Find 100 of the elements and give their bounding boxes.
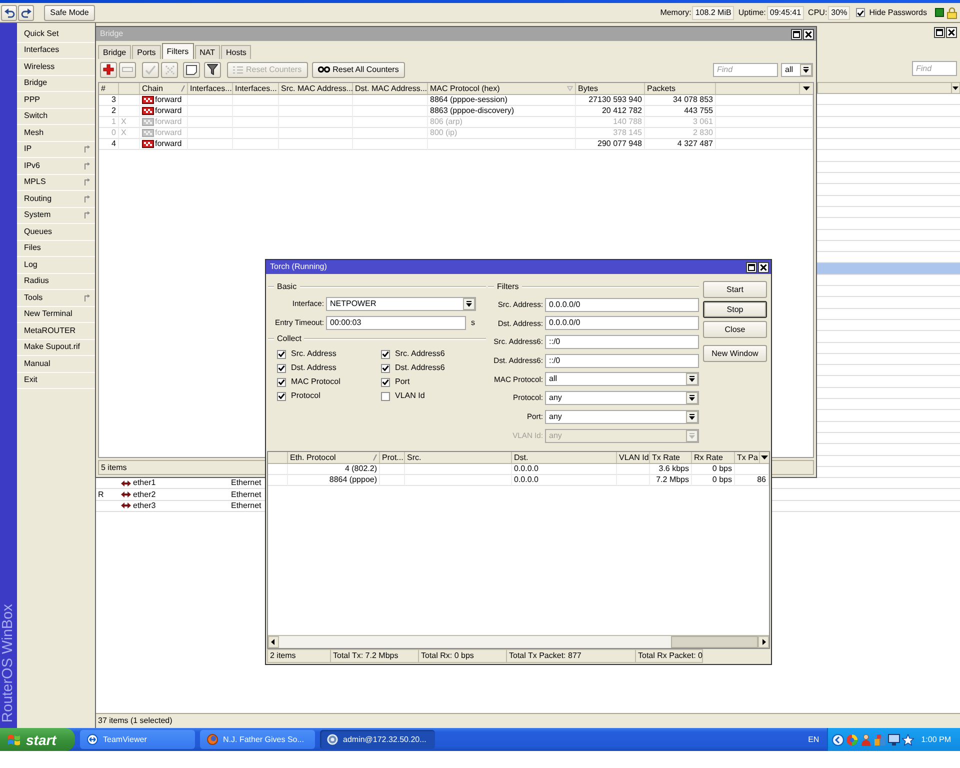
arrow-left-icon[interactable] xyxy=(268,636,279,648)
checkmark-icon xyxy=(278,379,285,385)
double-arrow-icon xyxy=(121,491,131,498)
filter-button[interactable] xyxy=(204,62,221,78)
checkmark-icon xyxy=(278,365,285,371)
add-button[interactable] xyxy=(100,62,117,78)
tab[interactable]: NAT xyxy=(194,45,220,59)
table-row[interactable] xyxy=(817,263,960,275)
text-field[interactable]: ::/0 xyxy=(545,335,699,350)
column-header[interactable]: Src. MAC Address... xyxy=(279,83,353,94)
select-field[interactable]: NETPOWER xyxy=(326,297,476,311)
dialog-button[interactable]: New Window xyxy=(703,345,767,362)
table-row[interactable]: 8864 (pppoe) 0.0.0.0 7.2 Mbps 0 bps 86 xyxy=(268,475,769,486)
checkered-flag-icon xyxy=(142,96,154,104)
text-field[interactable]: 00:00:03 xyxy=(326,316,466,330)
safe-mode-button[interactable]: Safe Mode xyxy=(44,4,95,20)
maximize-button[interactable] xyxy=(791,28,802,40)
select-field[interactable]: any xyxy=(545,391,699,406)
tab[interactable]: Ports xyxy=(132,45,161,59)
column-header[interactable]: MAC Protocol (hex) xyxy=(428,83,576,94)
tab[interactable]: Bridge xyxy=(98,45,132,59)
arrow-right-icon[interactable] xyxy=(758,636,769,648)
close-button[interactable] xyxy=(803,28,814,40)
table-cell: 378 145 xyxy=(576,128,645,139)
select-field[interactable]: all xyxy=(545,372,699,386)
language-indicator[interactable]: EN xyxy=(808,736,820,744)
color-wheel-icon[interactable] xyxy=(846,734,858,746)
checkbox[interactable] xyxy=(381,392,390,400)
column-header[interactable]: Eth. Protocol xyxy=(288,452,380,463)
tab[interactable]: Hosts xyxy=(220,45,252,59)
tab[interactable]: Filters xyxy=(162,43,194,59)
column-header[interactable]: # xyxy=(99,83,119,94)
column-header[interactable]: Rx Rate xyxy=(692,452,735,463)
table-row[interactable]: 4 (802.2) 0.0.0.0 3.6 kbps 0 bps xyxy=(268,464,769,475)
table-row[interactable]: ether3 Ethernet xyxy=(96,500,265,512)
filter-select[interactable]: all xyxy=(781,62,813,76)
checkbox[interactable] xyxy=(277,392,286,400)
taskbar-button[interactable]: TeamViewer xyxy=(80,730,195,749)
list-icon xyxy=(233,66,243,74)
brand-text: RouterOS WinBox xyxy=(1,604,16,722)
filter-icon xyxy=(207,64,218,75)
close-button[interactable] xyxy=(758,262,769,272)
checkbox[interactable] xyxy=(856,8,866,17)
column-header[interactable]: Interfaces... xyxy=(233,83,279,94)
horizontal-scrollbar[interactable] xyxy=(268,635,769,648)
column-header[interactable]: Chain xyxy=(140,83,188,94)
column-header[interactable]: VLAN Id xyxy=(617,452,650,463)
undo-button[interactable] xyxy=(1,4,17,20)
dialog-button[interactable]: Close xyxy=(703,321,767,338)
text-field[interactable]: 0.0.0.0/0 xyxy=(545,316,699,330)
column-header[interactable]: Interfaces... xyxy=(188,83,233,94)
checkbox[interactable] xyxy=(381,378,390,386)
checkbox[interactable] xyxy=(277,378,286,386)
column-header[interactable]: Prot... xyxy=(380,452,405,463)
table-cell: forward xyxy=(155,140,182,148)
column-header[interactable]: Tx Pa xyxy=(735,452,760,463)
scrollbar-thumb[interactable] xyxy=(671,636,758,648)
table-row[interactable]: 3 forward 8864 (pppoe-session) 27130 593 940 34 078 853 xyxy=(99,95,813,106)
note-icon xyxy=(186,64,197,74)
taskbar-button[interactable]: admin@172.32.50.20... xyxy=(320,730,435,749)
column-header[interactable]: Src. xyxy=(405,452,512,463)
chevron-left-icon[interactable] xyxy=(832,734,844,746)
table-row[interactable]: 4 forward 290 077 948 4 327 487 xyxy=(99,139,813,150)
dropdown-arrow-icon[interactable] xyxy=(760,455,769,460)
dialog-button[interactable]: Start xyxy=(703,281,767,298)
checkbox[interactable] xyxy=(277,350,286,358)
checkbox[interactable] xyxy=(277,364,286,372)
table-row[interactable]: R ether2 Ethernet xyxy=(96,489,265,501)
dropdown-arrow-icon[interactable] xyxy=(802,86,811,91)
checkbox[interactable] xyxy=(381,350,390,358)
table-cell: 1 xyxy=(99,117,119,128)
start-button[interactable]: start xyxy=(0,728,75,751)
close-button[interactable] xyxy=(946,27,957,38)
reset-all-counters-button[interactable]: Reset All Counters xyxy=(312,62,405,78)
column-header[interactable]: Dst. xyxy=(512,452,617,463)
table-cell-text: R xyxy=(97,489,105,500)
redo-button[interactable] xyxy=(18,4,34,20)
column-header[interactable]: Dst. MAC Address... xyxy=(353,83,428,94)
status-text: 37 items (1 selected) xyxy=(98,717,172,725)
checkbox[interactable] xyxy=(381,364,390,372)
table-row[interactable]: 2 forward 8863 (pppoe-discovery) 20 412 782 443 755 xyxy=(99,106,813,117)
text-field[interactable]: ::/0 xyxy=(545,354,699,368)
dialog-button[interactable]: Stop xyxy=(703,301,767,318)
comment-button[interactable] xyxy=(183,62,200,78)
group-label: Basic xyxy=(276,283,298,291)
column-header[interactable]: Packets xyxy=(645,83,716,94)
maximize-button[interactable] xyxy=(746,262,757,272)
text-field[interactable]: 0.0.0.0/0 xyxy=(545,298,699,312)
star-icon[interactable] xyxy=(902,734,914,746)
person-icon[interactable] xyxy=(860,734,872,746)
maximize-button[interactable] xyxy=(934,27,945,38)
column-header[interactable]: Tx Rate xyxy=(650,452,692,463)
double-ring-icon xyxy=(318,66,330,73)
column-header[interactable]: Bytes xyxy=(576,83,645,94)
taskbar-button[interactable]: N.J. Father Gives So... xyxy=(200,730,315,749)
monitor-icon[interactable] xyxy=(888,734,900,746)
select-field[interactable]: any xyxy=(545,410,699,424)
table-cell: 8864 (pppoe-session) xyxy=(428,95,576,106)
dropdown-arrow-icon[interactable] xyxy=(951,82,960,94)
checkbox-label: VLAN Id xyxy=(395,392,425,400)
